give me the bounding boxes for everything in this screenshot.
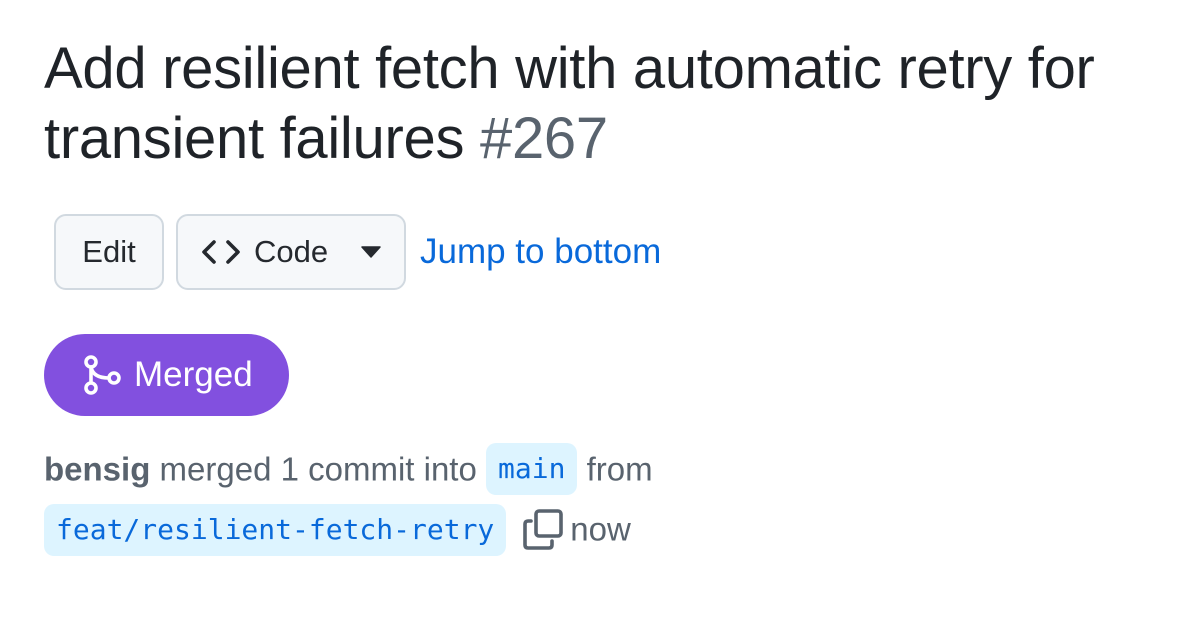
code-button-label: Code	[254, 234, 329, 269]
merged-state-label: Merged	[134, 355, 253, 394]
from-text: from	[586, 450, 653, 488]
edit-button-label: Edit	[82, 234, 136, 269]
code-dropdown-button[interactable]: Code	[176, 214, 406, 290]
header-actions: Edit Code Jump to bottom	[54, 214, 1156, 290]
pull-request-header: Add resilient fetch with automatic retry…	[0, 0, 1200, 627]
code-button-content: Code	[200, 234, 328, 270]
merge-timestamp: now	[570, 510, 631, 548]
git-merge-icon	[82, 354, 122, 396]
head-branch-label[interactable]: feat/resilient-fetch-retry	[44, 503, 507, 556]
merge-action-text: merged 1 commit into	[159, 450, 477, 488]
author-link[interactable]: bensig	[44, 450, 150, 487]
edit-button[interactable]: Edit	[54, 214, 164, 290]
merged-state-badge: Merged	[44, 334, 289, 416]
page-title: Add resilient fetch with automatic retry…	[44, 34, 1124, 174]
merge-summary: bensig merged 1 commit into main from fe…	[44, 438, 804, 559]
pr-number: #267	[479, 106, 608, 171]
code-icon	[200, 237, 242, 267]
chevron-down-icon	[360, 245, 382, 259]
base-branch-label[interactable]: main	[486, 443, 578, 496]
jump-to-bottom-link[interactable]: Jump to bottom	[420, 232, 661, 272]
copy-icon[interactable]	[520, 507, 566, 553]
